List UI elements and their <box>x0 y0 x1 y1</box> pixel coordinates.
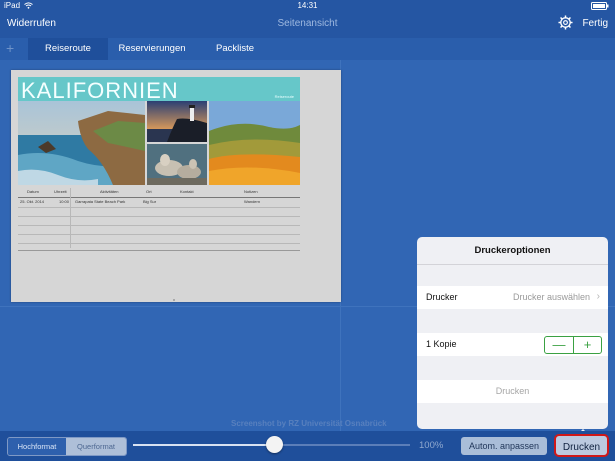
tab-label: Reservierungen <box>118 43 186 54</box>
table-cell: 25. Okt. 2014 <box>20 199 45 204</box>
coast-photo <box>18 101 145 185</box>
watermark: Screenshot by RZ Universität Osnabrück <box>231 419 387 428</box>
table-cell: Wandern <box>244 199 261 204</box>
plus-icon[interactable]: + <box>6 41 14 55</box>
tab-reservierungen[interactable]: Reservierungen <box>110 38 194 60</box>
zoom-level: 100% <box>419 440 444 451</box>
table-cell: Big Sur <box>143 199 157 204</box>
page-preview[interactable]: KALIFORNIEN Reiseroute Datum Uhrzeit Akt… <box>11 70 341 302</box>
column-header: Notizen <box>244 189 258 194</box>
tab-label: Reiseroute <box>45 43 91 54</box>
sealion-photo <box>147 144 207 185</box>
navigation-bar: Widerrufen Seitenansicht Fertig <box>0 11 615 38</box>
tab-reiseroute[interactable]: Reiseroute <box>28 38 108 60</box>
battery-icon <box>591 0 609 11</box>
done-button[interactable]: Fertig <box>582 18 608 29</box>
printer-select-row[interactable]: Drucker Drucker auswählen › <box>417 286 608 309</box>
decrement-button[interactable]: — <box>545 337 573 353</box>
zoom-slider-fill <box>133 444 275 446</box>
tab-label: Packliste <box>215 43 254 54</box>
portrait-option[interactable]: Hochformat <box>8 438 66 455</box>
zoom-slider-thumb[interactable] <box>265 436 283 453</box>
status-time: 14:31 <box>297 1 318 10</box>
chevron-right-icon: › <box>596 291 600 302</box>
popover-print-button[interactable]: Drucken <box>417 380 608 403</box>
auto-fit-button[interactable]: Autom. anpassen <box>461 437 547 455</box>
printer-options-popover: Druckeroptionen Drucker Drucker auswähle… <box>417 237 608 429</box>
page-header: KALIFORNIEN Reiseroute <box>18 77 300 103</box>
copies-stepper: — + <box>544 336 602 354</box>
gear-icon[interactable] <box>558 15 573 30</box>
popover-print-label: Drucken <box>495 386 530 396</box>
tab-packliste[interactable]: Packliste <box>200 38 270 60</box>
column-header: Ort <box>146 189 152 194</box>
orientation-segmented-control: Hochformat Querformat <box>7 437 127 456</box>
copies-row: 1 Kopie — + <box>417 333 608 356</box>
separator <box>417 264 608 265</box>
table-cell: 10:00 <box>59 199 70 204</box>
table-rule <box>18 207 300 208</box>
page-title: Seitenansicht <box>277 18 338 29</box>
increment-button[interactable]: + <box>573 337 601 353</box>
popover-title: Druckeroptionen <box>474 245 551 256</box>
status-bar: iPad 14:31 <box>0 0 615 11</box>
table-row: 25. Okt. 2014 10:00 Garrapata State Beac… <box>18 198 300 206</box>
printer-value: Drucker auswählen <box>512 292 590 302</box>
table-rule <box>18 234 300 235</box>
column-header: Datum <box>27 189 39 194</box>
table-rule <box>18 216 300 217</box>
poppy-field-photo <box>209 101 300 185</box>
itinerary-table-header: Datum Uhrzeit Aktivitäten Ort Kontakt No… <box>18 188 300 196</box>
table-rule <box>18 243 300 244</box>
sheet-tab-bar: + Reiseroute Reservierungen Packliste <box>0 38 615 60</box>
table-cell: Garrapata State Beach Park <box>75 199 126 204</box>
landscape-option[interactable]: Querformat <box>66 438 126 455</box>
page-indicator <box>173 299 175 301</box>
table-rule <box>18 225 300 226</box>
printer-label: Drucker <box>426 292 458 302</box>
document-subtitle: Reiseroute <box>274 94 294 99</box>
lighthouse-photo <box>147 101 207 142</box>
column-header: Kontakt <box>180 189 194 194</box>
column-header: Uhrzeit <box>54 189 67 194</box>
table-column-rule <box>70 188 71 248</box>
table-rule <box>18 250 300 251</box>
print-button[interactable]: Drucken <box>554 434 609 457</box>
copies-label: 1 Kopie <box>426 339 457 349</box>
column-header: Aktivitäten <box>100 189 119 194</box>
